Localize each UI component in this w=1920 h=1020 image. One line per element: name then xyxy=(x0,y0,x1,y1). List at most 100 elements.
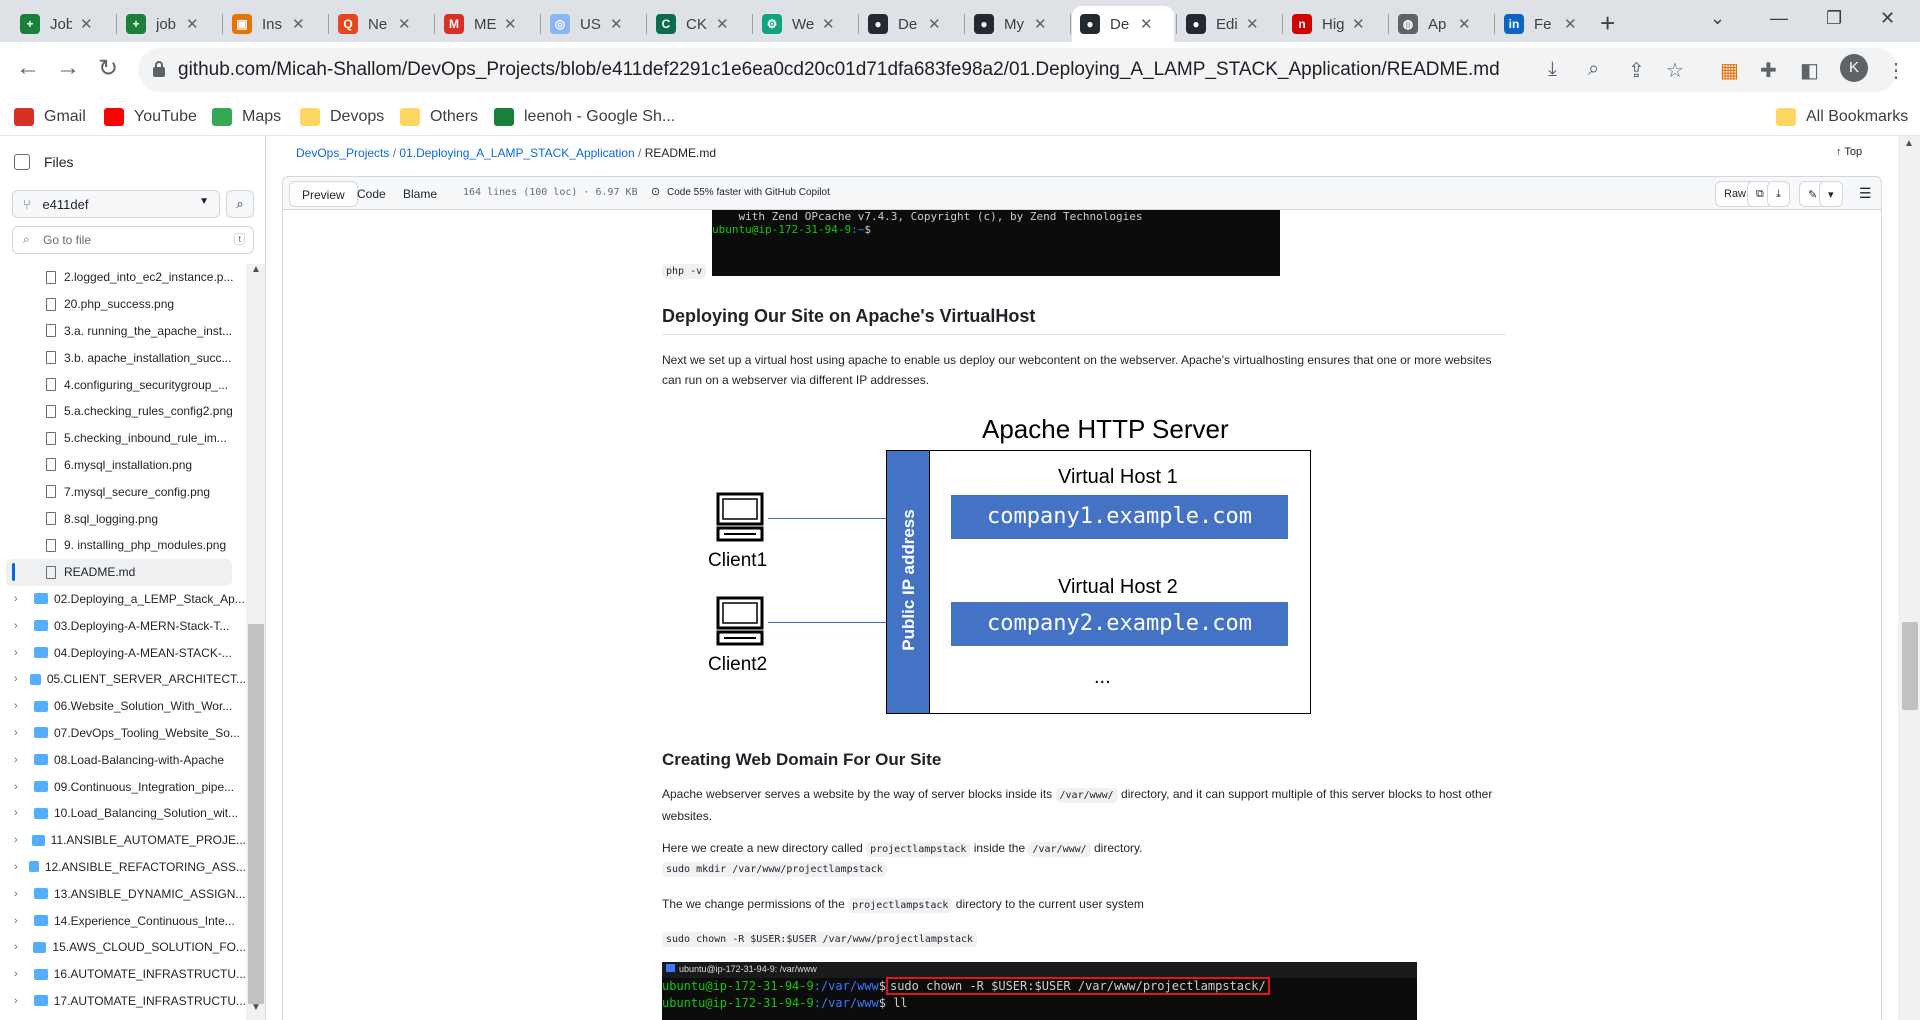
page-scrollbar-thumb[interactable] xyxy=(1902,622,1918,710)
url-text[interactable]: github.com/Micah-Shallom/DevOps_Projects… xyxy=(178,59,1500,81)
tree-folder-item[interactable]: › 11.ANSIBLE_AUTOMATE_PROJE... xyxy=(0,827,246,854)
bookmark-item[interactable]: Devops xyxy=(300,104,384,130)
scroll-up-arrow-icon[interactable]: ▲ xyxy=(251,264,261,275)
tree-folder-item[interactable]: › 13.ANSIBLE_DYNAMIC_ASSIGN... xyxy=(0,880,246,907)
chevron-right-icon[interactable]: › xyxy=(14,781,30,793)
tree-folder-item[interactable]: › 05.CLIENT_SERVER_ARCHITECT... xyxy=(0,666,246,693)
tree-file-item[interactable]: 7.mysql_secure_config.png xyxy=(0,478,246,505)
top-link[interactable]: ↑ Top xyxy=(1836,146,1862,158)
bookmark-item[interactable]: leenoh - Google Sh... xyxy=(494,104,675,130)
restore-icon[interactable]: ❐ xyxy=(1826,8,1842,29)
bookmark-star-icon[interactable]: ☆ xyxy=(1666,58,1684,83)
browser-tab[interactable]: ⚙ We ✕ xyxy=(754,6,856,42)
tab-search-chevron-icon[interactable]: ⌄ xyxy=(1710,8,1725,29)
tree-folder-item[interactable]: › 07.DevOps_Tooling_Website_So... xyxy=(0,720,246,747)
tree-folder-item[interactable]: › 12.ANSIBLE_REFACTORING_ASS... xyxy=(0,854,246,881)
breadcrumb-repo-link[interactable]: DevOps_Projects xyxy=(296,146,389,160)
tree-file-item[interactable]: 20.php_success.png xyxy=(0,291,246,318)
extensions-puzzle-icon[interactable]: ✚ xyxy=(1760,58,1777,83)
page-scrollbar[interactable] xyxy=(1898,136,1920,1020)
copilot-promo-link[interactable]: Code 55% faster with GitHub Copilot xyxy=(667,187,830,198)
tree-folder-item[interactable]: › 02.Deploying_a_LEMP_Stack_Ap... xyxy=(0,586,246,613)
tab-code[interactable]: Code xyxy=(345,181,398,207)
breadcrumb-folder-link[interactable]: 01.Deploying_A_LAMP_STACK_Application xyxy=(399,146,634,160)
tree-file-item[interactable]: 3.b. apache_installation_succ... xyxy=(0,344,246,371)
browser-tab[interactable]: ● My ✕ xyxy=(966,6,1068,42)
zoom-icon[interactable]: ⌕ xyxy=(1588,58,1599,81)
go-to-file-input[interactable]: ⌕ Go to file t xyxy=(12,226,254,254)
browser-tab[interactable]: ● De ✕ xyxy=(860,6,962,42)
tree-file-item[interactable]: 5.a.checking_rules_config2.png xyxy=(0,398,246,425)
tab-close-icon[interactable]: ✕ xyxy=(292,15,305,33)
tab-close-icon[interactable]: ✕ xyxy=(1140,15,1153,33)
tree-file-item[interactable]: 5.checking_inbound_rule_im... xyxy=(0,425,246,452)
tree-folder-item[interactable]: › 09.Continuous_Integration_pipe... xyxy=(0,773,246,800)
tab-close-icon[interactable]: ✕ xyxy=(398,15,411,33)
back-arrow-icon[interactable]: ← xyxy=(12,54,44,82)
scroll-up-arrow-icon[interactable]: ▲ xyxy=(1904,138,1914,149)
new-tab-plus-icon[interactable]: + xyxy=(1600,8,1615,39)
window-close-icon[interactable]: ✕ xyxy=(1880,8,1895,29)
tree-folder-item[interactable]: › 03.Deploying-A-MERN-Stack-T... xyxy=(0,612,246,639)
all-bookmarks-folder[interactable]: All Bookmarks xyxy=(1776,104,1908,130)
browser-tab[interactable]: ◍ Ap ✕ xyxy=(1390,6,1492,42)
chevron-right-icon[interactable]: › xyxy=(14,968,30,980)
forward-arrow-icon[interactable]: → xyxy=(52,54,84,82)
collapse-sidebar-icon[interactable] xyxy=(14,154,30,170)
chevron-right-icon[interactable]: › xyxy=(14,620,30,632)
share-icon[interactable]: ⇪ xyxy=(1628,58,1645,83)
chevron-right-icon[interactable]: › xyxy=(14,727,30,739)
search-button[interactable]: ⌕ xyxy=(226,190,254,218)
minimize-icon[interactable]: — xyxy=(1770,8,1788,29)
browser-tab[interactable]: M ME ✕ xyxy=(436,6,538,42)
install-app-icon[interactable]: ⤓ xyxy=(1548,58,1557,81)
edit-dropdown-icon[interactable]: ▾ xyxy=(1819,181,1843,207)
chevron-right-icon[interactable]: › xyxy=(14,834,28,846)
outline-list-icon[interactable]: ☰ xyxy=(1859,185,1872,202)
tab-close-icon[interactable]: ✕ xyxy=(186,15,199,33)
address-bar[interactable]: github.com/Micah-Shallom/DevOps_Projects… xyxy=(138,48,1898,92)
chrome-menu-icon[interactable]: ⋮ xyxy=(1886,58,1906,83)
tab-close-icon[interactable]: ✕ xyxy=(80,15,93,33)
tree-folder-item[interactable]: › 15.AWS_CLOUD_SOLUTION_FO... xyxy=(0,934,246,961)
bookmark-item[interactable]: Maps xyxy=(212,104,281,130)
tab-close-icon[interactable]: ✕ xyxy=(1458,15,1471,33)
tab-close-icon[interactable]: ✕ xyxy=(1034,15,1047,33)
tree-file-item[interactable]: 4.configuring_securitygroup_... xyxy=(0,371,246,398)
browser-tab[interactable]: + job ✕ xyxy=(118,6,220,42)
chevron-right-icon[interactable]: › xyxy=(14,861,25,873)
tab-close-icon[interactable]: ✕ xyxy=(1352,15,1365,33)
browser-tab[interactable]: + Job ✕ xyxy=(12,6,114,42)
tree-file-item[interactable]: 2.logged_into_ec2_instance.p... xyxy=(0,264,246,291)
tab-close-icon[interactable]: ✕ xyxy=(928,15,941,33)
chevron-right-icon[interactable]: › xyxy=(14,754,30,766)
chevron-right-icon[interactable]: › xyxy=(14,995,30,1007)
reload-icon[interactable]: ↻ xyxy=(92,54,124,83)
tree-folder-item[interactable]: › 17.AUTOMATE_INFRASTRUCTU... xyxy=(0,988,246,1015)
browser-tab[interactable]: ▣ Ins ✕ xyxy=(224,6,326,42)
chevron-right-icon[interactable]: › xyxy=(14,700,30,712)
tree-folder-item[interactable]: › 06.Website_Solution_With_Wor... xyxy=(0,693,246,720)
tree-file-item-selected[interactable]: README.md xyxy=(6,558,232,586)
browser-tab[interactable]: Q Ne ✕ xyxy=(330,6,432,42)
browser-tab[interactable]: in Fe ✕ xyxy=(1496,6,1598,42)
chevron-right-icon[interactable]: › xyxy=(14,647,30,659)
profile-avatar[interactable]: K xyxy=(1840,54,1868,82)
tab-close-icon[interactable]: ✕ xyxy=(1246,15,1259,33)
bookmark-item[interactable]: Gmail xyxy=(14,104,86,130)
chevron-right-icon[interactable]: › xyxy=(14,888,30,900)
chevron-right-icon[interactable]: › xyxy=(14,807,30,819)
chevron-right-icon[interactable]: › xyxy=(14,941,29,953)
tab-close-icon[interactable]: ✕ xyxy=(610,15,623,33)
browser-tab[interactable]: n Hig ✕ xyxy=(1284,6,1386,42)
tree-file-item[interactable]: 9. installing_php_modules.png xyxy=(0,532,246,559)
tab-close-icon[interactable]: ✕ xyxy=(822,15,835,33)
tree-file-item[interactable]: 3.a. running_the_apache_inst... xyxy=(0,318,246,345)
tab-close-icon[interactable]: ✕ xyxy=(504,15,517,33)
tree-scrollbar-thumb[interactable] xyxy=(248,624,264,1004)
tree-folder-item[interactable]: › 08.Load-Balancing-with-Apache xyxy=(0,746,246,773)
tab-close-icon[interactable]: ✕ xyxy=(716,15,729,33)
chevron-right-icon[interactable]: › xyxy=(14,593,30,605)
browser-tab[interactable]: ◎ USI ✕ xyxy=(542,6,644,42)
browser-tab[interactable]: C CK ✕ xyxy=(648,6,750,42)
